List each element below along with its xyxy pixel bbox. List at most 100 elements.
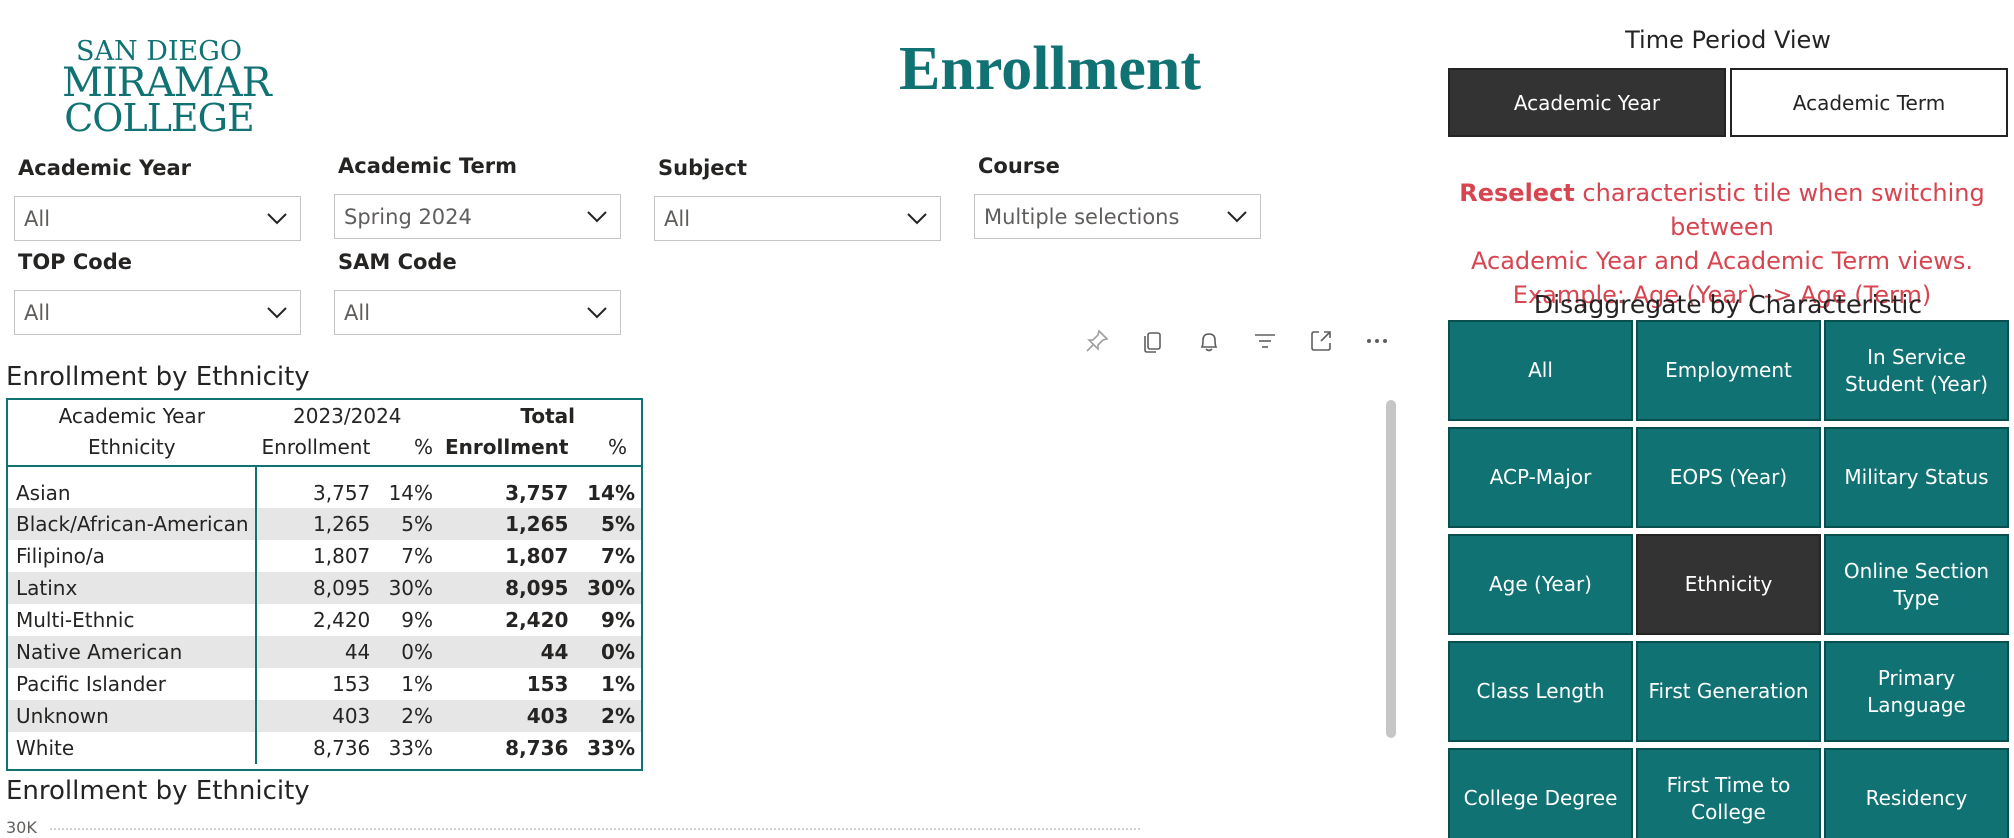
table-row[interactable]: Multi-Ethnic 2,420 9% 2,420 9% (8, 604, 641, 636)
cell-total-enrollment: 3,757 (505, 480, 569, 505)
academic-year-view-button[interactable]: Academic Year (1448, 68, 1726, 137)
header-total: Total (520, 404, 575, 428)
cell-pct: 9% (401, 608, 434, 632)
cell-total-enrollment: 8,095 (439, 572, 575, 604)
tile-first-time-to-college[interactable]: First Time to College (1636, 748, 1821, 838)
table-row[interactable]: Unknown 403 2% 403 2% (8, 700, 641, 732)
cell-ethnicity: Unknown (8, 700, 257, 732)
subject-value: All (664, 206, 691, 231)
table-row[interactable]: Filipino/a 1,807 7% 1,807 7% (8, 540, 641, 572)
chevron-down-icon (587, 211, 607, 223)
sam-code-value: All (344, 300, 371, 325)
chevron-down-icon (267, 213, 287, 225)
header-academic-year: Academic Year (58, 404, 205, 428)
tile-ethnicity[interactable]: Ethnicity (1636, 534, 1821, 635)
cell-total-pct: 14% (587, 480, 635, 505)
academic-term-label: Academic Term (338, 154, 518, 178)
chevron-down-icon (267, 307, 287, 319)
chart-title: Enrollment by Ethnicity (6, 776, 310, 806)
cell-total-enrollment: 403 (439, 700, 575, 732)
tile-age[interactable]: Age (Year) (1448, 534, 1633, 635)
academic-term-value: Spring 2024 (344, 204, 472, 229)
course-label: Course (978, 154, 1060, 178)
notice-line-1: characteristic tile when switching betwe… (1574, 179, 1985, 241)
more-options-icon[interactable] (1360, 324, 1394, 358)
disaggregate-title: Disaggregate by Characteristic (1533, 290, 1923, 319)
tile-military-status[interactable]: Military Status (1824, 427, 2009, 528)
tile-primary-language[interactable]: Primary Language (1824, 641, 2009, 742)
tile-employment[interactable]: Employment (1636, 320, 1821, 421)
tile-class-length[interactable]: Class Length (1448, 641, 1633, 742)
subject-dropdown[interactable]: All (654, 196, 941, 241)
top-code-label: TOP Code (18, 250, 132, 274)
visual-header (1080, 322, 1394, 360)
tile-in-service-student[interactable]: In Service Student (Year) (1824, 320, 2009, 421)
copy-icon[interactable] (1136, 324, 1170, 358)
academic-term-dropdown[interactable]: Spring 2024 (334, 194, 621, 239)
filter-icon[interactable] (1248, 324, 1282, 358)
cell-total-enrollment: 1,265 (439, 508, 575, 540)
table-row[interactable]: Pacific Islander 153 1% 153 1% (8, 668, 641, 700)
cell-total-enrollment: 1,807 (505, 544, 569, 568)
cell-enrollment: 3,757 (313, 480, 371, 505)
header-pct: % (376, 432, 440, 467)
cell-ethnicity: Pacific Islander (8, 668, 257, 700)
time-period-view-title: Time Period View (1625, 26, 1831, 54)
cell-pct: 14% (388, 480, 434, 505)
cell-total-pct: 30% (574, 572, 641, 604)
tile-acp-major[interactable]: ACP-Major (1448, 427, 1633, 528)
cell-ethnicity: White (8, 732, 257, 764)
tile-first-generation[interactable]: First Generation (1636, 641, 1821, 742)
course-dropdown[interactable]: Multiple selections (974, 194, 1261, 239)
cell-pct: 7% (401, 544, 434, 568)
cell-pct: 30% (376, 572, 440, 604)
table-row[interactable]: Native American 44 0% 44 0% (8, 636, 641, 668)
chart-gridline (50, 828, 1140, 830)
chevron-down-icon (587, 307, 607, 319)
cell-enrollment: 403 (255, 700, 377, 732)
header-ethnicity: Ethnicity (8, 432, 256, 467)
chevron-down-icon (907, 213, 927, 225)
tile-college-degree[interactable]: College Degree (1448, 748, 1633, 838)
subject-label: Subject (658, 156, 748, 180)
sam-code-label: SAM Code (338, 250, 457, 274)
cell-ethnicity: Asian (8, 466, 257, 508)
table-row[interactable]: Latinx 8,095 30% 8,095 30% (8, 572, 641, 604)
tile-all[interactable]: All (1448, 320, 1633, 421)
college-logo: SAN DIEGO MIRAMAR COLLEGE (62, 38, 272, 140)
table-row[interactable]: Asian 3,757 14% 3,757 14% (8, 466, 641, 508)
ethnicity-matrix-table: Academic Year 2023/2024 Total Ethnicity … (6, 398, 643, 771)
cell-total-pct: 33% (587, 736, 635, 760)
course-value: Multiple selections (984, 204, 1180, 229)
y-axis-tick: 30K (6, 818, 37, 837)
logo-line-3: COLLEGE (64, 96, 255, 140)
cell-total-enrollment: 44 (439, 636, 575, 668)
sam-code-dropdown[interactable]: All (334, 290, 621, 335)
tile-online-section-type[interactable]: Online Section Type (1824, 534, 2009, 635)
academic-year-dropdown[interactable]: All (14, 196, 301, 241)
tile-eops[interactable]: EOPS (Year) (1636, 427, 1821, 528)
top-code-dropdown[interactable]: All (14, 290, 301, 335)
cell-total-enrollment: 8,736 (505, 736, 569, 760)
table-row[interactable]: Black/African-American 1,265 5% 1,265 5% (8, 508, 641, 540)
chevron-down-icon (1227, 211, 1247, 223)
cell-enrollment: 1,265 (255, 508, 377, 540)
focus-mode-icon[interactable] (1304, 324, 1338, 358)
page-scrollbar[interactable] (1386, 400, 1396, 738)
cell-enrollment: 1,807 (313, 544, 371, 568)
tile-residency[interactable]: Residency (1824, 748, 2009, 838)
cell-enrollment: 44 (255, 636, 377, 668)
academic-term-view-button[interactable]: Academic Term (1730, 68, 2008, 137)
characteristic-tiles: All Employment In Service Student (Year)… (1448, 320, 2010, 838)
bell-icon[interactable] (1192, 324, 1226, 358)
cell-pct: 0% (376, 636, 440, 668)
cell-total-pct: 1% (601, 672, 635, 696)
table-row[interactable]: White 8,736 33% 8,736 33% (8, 732, 641, 764)
cell-pct: 5% (376, 508, 440, 540)
matrix: Academic Year 2023/2024 Total Ethnicity … (8, 400, 641, 764)
pin-icon[interactable] (1080, 324, 1114, 358)
academic-year-label: Academic Year (18, 156, 192, 180)
cell-ethnicity: Filipino/a (8, 540, 257, 572)
notice-line-2: Academic Year and Academic Term views. (1471, 247, 1973, 275)
cell-pct: 33% (388, 736, 434, 760)
